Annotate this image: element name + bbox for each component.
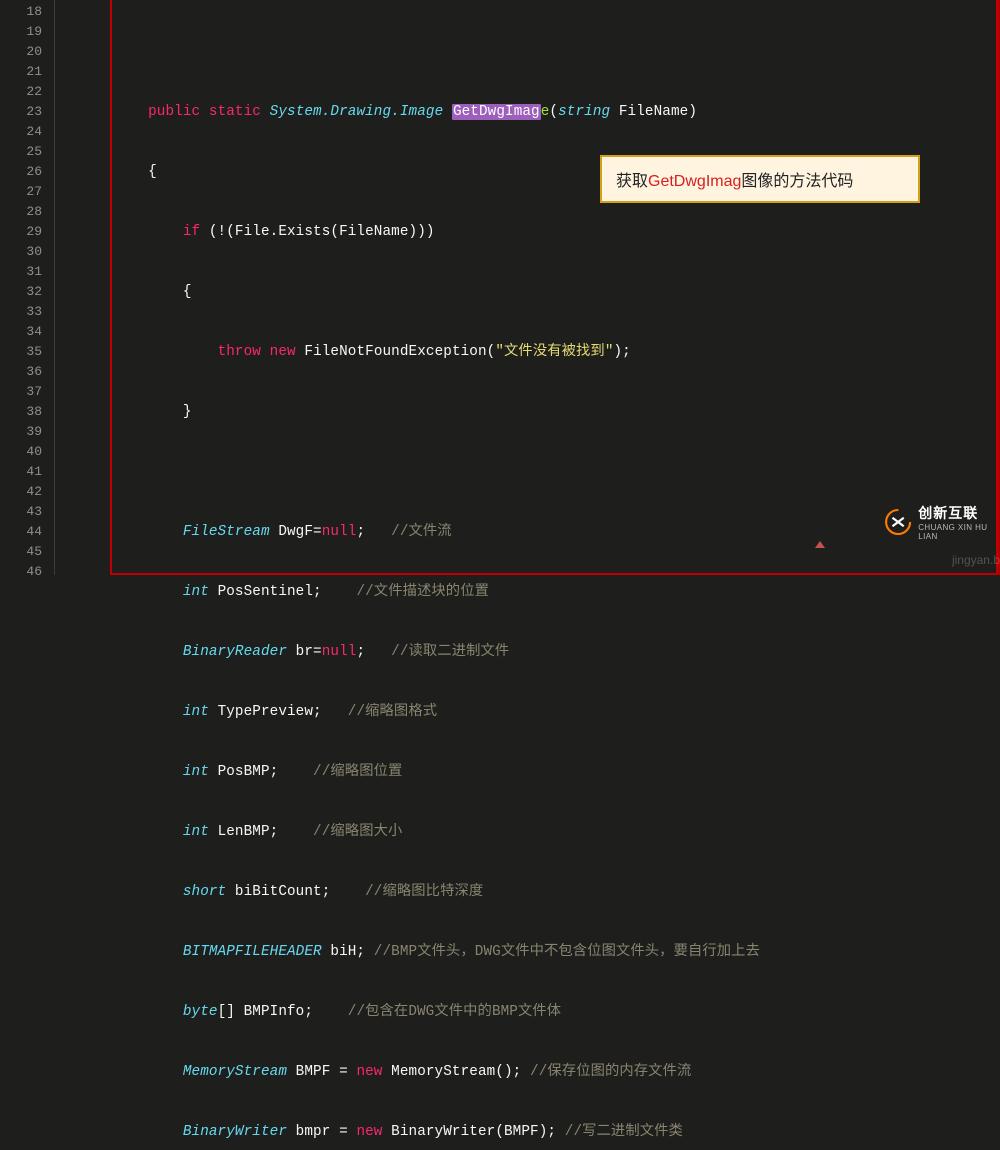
line-number: 39 <box>0 422 42 442</box>
code-line: public static System.Drawing.Image GetDw… <box>70 102 998 122</box>
line-number: 41 <box>0 462 42 482</box>
annotation-callout: 获取GetDwgImag图像的方法代码 <box>600 155 920 203</box>
code-area[interactable]: public static System.Drawing.Image GetDw… <box>55 0 998 575</box>
line-number: 19 <box>0 22 42 42</box>
line-number: 22 <box>0 82 42 102</box>
line-number: 27 <box>0 182 42 202</box>
brand-logo: 创新互联 CHUANG XIN HU LIAN <box>884 505 994 539</box>
line-number: 20 <box>0 42 42 62</box>
line-number: 40 <box>0 442 42 462</box>
line-number: 43 <box>0 502 42 522</box>
marker-icon <box>815 541 825 548</box>
code-line <box>70 42 998 62</box>
code-line: BITMAPFILEHEADER biH; //BMP文件头，DWG文件中不包含… <box>70 942 998 962</box>
line-number: 37 <box>0 382 42 402</box>
line-number: 36 <box>0 362 42 382</box>
line-number: 29 <box>0 222 42 242</box>
line-number: 44 <box>0 522 42 542</box>
code-line: byte[] BMPInfo; //包含在DWG文件中的BMP文件体 <box>70 1002 998 1022</box>
line-number: 25 <box>0 142 42 162</box>
line-number: 33 <box>0 302 42 322</box>
watermark-text: jingyan.b <box>952 553 1000 567</box>
line-number: 18 <box>0 2 42 22</box>
line-number: 23 <box>0 102 42 122</box>
line-number: 46 <box>0 562 42 582</box>
line-number: 30 <box>0 242 42 262</box>
code-line: { <box>70 282 998 302</box>
selection-highlight: GetDwgImag <box>452 104 541 120</box>
line-number: 31 <box>0 262 42 282</box>
line-number: 21 <box>0 62 42 82</box>
code-line: int PosBMP; //缩略图位置 <box>70 762 998 782</box>
code-line: int LenBMP; //缩略图大小 <box>70 822 998 842</box>
line-number-gutter: 1819202122232425262728293031323334353637… <box>0 0 55 575</box>
line-number: 26 <box>0 162 42 182</box>
code-line: throw new FileNotFoundException("文件没有被找到… <box>70 342 998 362</box>
code-line: if (!(File.Exists(FileName))) <box>70 222 998 242</box>
code-line: BinaryReader br=null; //读取二进制文件 <box>70 642 998 662</box>
code-line: int TypePreview; //缩略图格式 <box>70 702 998 722</box>
code-line: short biBitCount; //缩略图比特深度 <box>70 882 998 902</box>
code-editor[interactable]: 1819202122232425262728293031323334353637… <box>0 0 1000 575</box>
code-line: } <box>70 402 998 422</box>
line-number: 38 <box>0 402 42 422</box>
line-number: 28 <box>0 202 42 222</box>
code-line: MemoryStream BMPF = new MemoryStream(); … <box>70 1062 998 1082</box>
line-number: 24 <box>0 122 42 142</box>
code-line: int PosSentinel; //文件描述块的位置 <box>70 582 998 602</box>
line-number: 42 <box>0 482 42 502</box>
line-number: 34 <box>0 322 42 342</box>
code-line <box>70 462 998 482</box>
line-number: 32 <box>0 282 42 302</box>
logo-icon <box>884 505 912 539</box>
code-line: BinaryWriter bmpr = new BinaryWriter(BMP… <box>70 1122 998 1142</box>
line-number: 35 <box>0 342 42 362</box>
line-number: 45 <box>0 542 42 562</box>
code-line: FileStream DwgF=null; //文件流 <box>70 522 998 542</box>
